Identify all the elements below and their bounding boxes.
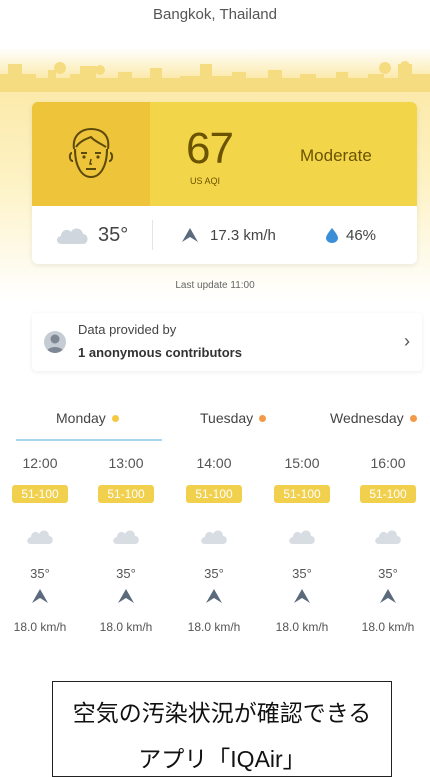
cloud-icon (289, 530, 315, 544)
aqi-unit: US AQI (190, 176, 221, 186)
face-panel (32, 102, 150, 206)
caption-line: アプリ「IQAir」 (138, 746, 306, 772)
aqi-range-badge: 51-100 (274, 485, 330, 503)
wind-cell: 17.3 km/h (182, 206, 276, 264)
hour-wind-speed: 18.0 km/h (275, 620, 329, 634)
hour-temperature: 35° (378, 566, 398, 581)
tab-tuesday[interactable]: Tuesday (200, 410, 267, 426)
user-avatar-icon (44, 331, 66, 353)
humidity-cell: 46% (326, 206, 376, 264)
aqi-panel: 67 US AQI Moderate (32, 102, 417, 206)
cloud-icon (201, 530, 227, 544)
face-icon (68, 127, 114, 179)
contributors-label: Data provided by (78, 322, 177, 337)
tab-label: Wednesday (330, 410, 404, 426)
wind-direction-arrow-icon (380, 589, 396, 603)
hour-time: 12:00 (22, 455, 58, 471)
selected-tab-indicator (16, 439, 162, 441)
contributors-value: 1 anonymous contributors (78, 345, 242, 360)
wind-direction-arrow-icon (118, 589, 134, 603)
aqi-dot-icon (259, 414, 267, 422)
forecast-day-tabs: Monday Tuesday Wednesday (0, 400, 430, 441)
hour-time: 15:00 (284, 455, 320, 471)
temperature-cell: 35° (54, 206, 128, 264)
aqi-range-badge: 51-100 (12, 485, 68, 503)
aqi-dot-icon (409, 414, 417, 422)
cloud-icon (56, 228, 88, 244)
hour-wind-speed: 18.0 km/h (187, 620, 241, 634)
wind-direction-arrow-icon (182, 228, 198, 242)
hour-time: 14:00 (196, 455, 232, 471)
hour-wind-speed: 18.0 km/h (361, 620, 415, 634)
cloud-icon (375, 530, 401, 544)
aqi-range-badge: 51-100 (98, 485, 154, 503)
tab-label: Monday (56, 410, 106, 426)
hour-time: 16:00 (370, 455, 406, 471)
hour-temperature: 35° (292, 566, 312, 581)
wind-direction-arrow-icon (206, 589, 222, 603)
aqi-level: Moderate (300, 146, 372, 165)
hour-temperature: 35° (116, 566, 136, 581)
last-update-text: Last update 11:00 (175, 280, 255, 291)
hour-temperature: 35° (30, 566, 50, 581)
tab-wednesday[interactable]: Wednesday (330, 410, 417, 426)
city-title: Bangkok, Thailand (153, 6, 277, 23)
wind-direction-arrow-icon (32, 589, 48, 603)
aqi-range-badge: 51-100 (360, 485, 416, 503)
cloud-icon (113, 530, 139, 544)
caption-line: 空気の汚染状況が確認できる (72, 700, 372, 726)
aqi-card[interactable]: 67 US AQI Moderate 35° 17.3 km/h 46% (32, 102, 417, 264)
aqi-dot-icon (111, 414, 119, 422)
aqi-value: 67 (186, 124, 234, 173)
weather-row: 35° 17.3 km/h 46% (32, 206, 417, 264)
temperature-value: 35° (98, 223, 129, 246)
caption-box: 空気の汚染状況が確認できる アプリ「IQAir」 (52, 681, 392, 777)
hour-time: 13:00 (108, 455, 144, 471)
water-drop-icon (326, 227, 338, 243)
tab-monday[interactable]: Monday (56, 410, 119, 426)
tab-label: Tuesday (200, 410, 254, 426)
city-skyline-illustration (0, 61, 430, 92)
chevron-right-icon: › (404, 331, 410, 351)
contributors-row[interactable]: Data provided by 1 anonymous contributor… (32, 313, 422, 371)
wind-direction-arrow-icon (294, 589, 310, 603)
hour-wind-speed: 18.0 km/h (13, 620, 67, 634)
weather-divider (152, 220, 153, 250)
hour-wind-speed: 18.0 km/h (99, 620, 153, 634)
aqi-range-badge: 51-100 (186, 485, 242, 503)
humidity-value: 46% (346, 226, 377, 244)
wind-speed-value: 17.3 km/h (210, 226, 276, 244)
hour-temperature: 35° (204, 566, 224, 581)
cloud-icon (27, 530, 53, 544)
